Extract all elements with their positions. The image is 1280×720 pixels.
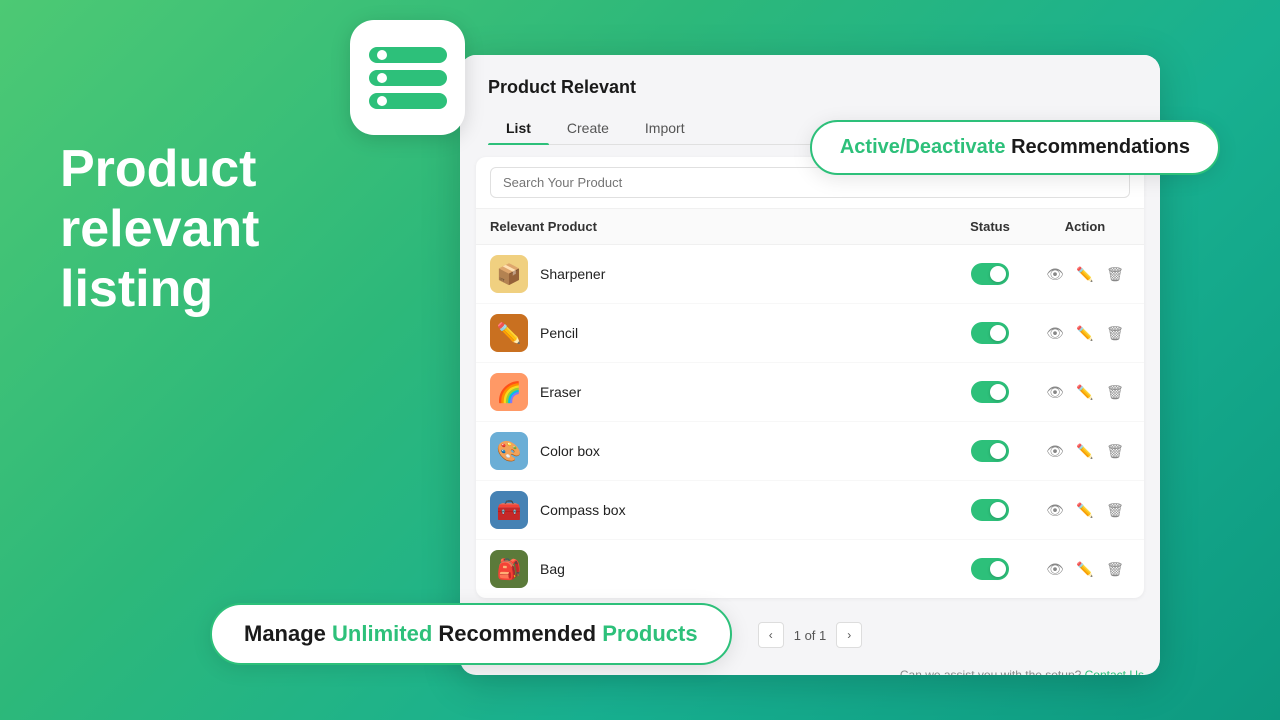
product-table-container: Relevant Product Status Action 📦 Sharpen… (476, 157, 1144, 598)
product-cell-sharpener: 📦 Sharpener (490, 255, 940, 293)
edit-icon-eraser[interactable]: ✏️ (1074, 381, 1096, 403)
panel-title: Product Relevant (488, 77, 1132, 98)
action-cell-bag: 👁 ✏️ 🗑 (1040, 558, 1130, 580)
toggle-eraser[interactable] (971, 381, 1009, 403)
tab-create[interactable]: Create (549, 112, 627, 144)
toggle-sharpener[interactable] (971, 263, 1009, 285)
col-header-action: Action (1040, 219, 1130, 234)
product-thumb-eraser: 🌈 (490, 373, 528, 411)
view-icon-pencil[interactable]: 👁 (1044, 322, 1066, 344)
product-cell-colorbox: 🎨 Color box (490, 432, 940, 470)
product-cell-compassbox: 🧰 Compass box (490, 491, 940, 529)
product-name-compassbox: Compass box (540, 502, 626, 518)
table-row: 🎒 Bag 👁 ✏️ 🗑 (476, 540, 1144, 598)
product-cell-bag: 🎒 Bag (490, 550, 940, 588)
action-cell-compassbox: 👁 ✏️ 🗑 (1040, 499, 1130, 521)
app-icon (350, 20, 465, 135)
icon-bar-2 (369, 70, 447, 86)
toggle-bag[interactable] (971, 558, 1009, 580)
product-name-bag: Bag (540, 561, 565, 577)
action-cell-sharpener: 👁 ✏️ 🗑 (1040, 263, 1130, 285)
badge-bottom-highlight: Unlimited (332, 621, 432, 646)
footer-text: Can we assist you with the setup? (900, 668, 1081, 675)
product-thumb-colorbox: 🎨 (490, 432, 528, 470)
icon-bar-3 (369, 93, 447, 109)
badge-top-prefix: Active/Deactivate (840, 136, 1006, 158)
view-icon-compassbox[interactable]: 👁 (1044, 499, 1066, 521)
table-row: 🎨 Color box 👁 ✏️ 🗑 (476, 422, 1144, 481)
product-cell-eraser: 🌈 Eraser (490, 373, 940, 411)
delete-icon-colorbox[interactable]: 🗑 (1104, 440, 1126, 462)
product-name-colorbox: Color box (540, 443, 600, 459)
product-thumb-pencil: ✏️ (490, 314, 528, 352)
product-name-sharpener: Sharpener (540, 266, 605, 282)
edit-icon-colorbox[interactable]: ✏️ (1074, 440, 1096, 462)
badge-bottom-middle: Recommended (438, 621, 596, 646)
badge-top-suffix: Recommendations (1011, 136, 1190, 158)
edit-icon-bag[interactable]: ✏️ (1074, 558, 1096, 580)
status-cell-bag (940, 558, 1040, 580)
toggle-compassbox[interactable] (971, 499, 1009, 521)
action-cell-eraser: 👁 ✏️ 🗑 (1040, 381, 1130, 403)
product-thumb-bag: 🎒 (490, 550, 528, 588)
badge-bottom-prefix: Manage (244, 621, 326, 646)
edit-icon-sharpener[interactable]: ✏️ (1074, 263, 1096, 285)
page-indicator: 1 of 1 (794, 628, 827, 643)
manage-unlimited-badge: Manage Unlimited Recommended Products (210, 603, 732, 665)
contact-us-link[interactable]: Contact Us (1085, 668, 1144, 675)
table-row: 🧰 Compass box 👁 ✏️ 🗑 (476, 481, 1144, 540)
tab-import[interactable]: Import (627, 112, 703, 144)
edit-icon-compassbox[interactable]: ✏️ (1074, 499, 1096, 521)
view-icon-eraser[interactable]: 👁 (1044, 381, 1066, 403)
product-name-eraser: Eraser (540, 384, 581, 400)
delete-icon-compassbox[interactable]: 🗑 (1104, 499, 1126, 521)
product-thumb-sharpener: 📦 (490, 255, 528, 293)
hero-text: Product relevant listing (60, 140, 259, 319)
prev-page-button[interactable]: ‹ (758, 622, 784, 648)
col-header-status: Status (940, 219, 1040, 234)
col-header-product: Relevant Product (490, 219, 940, 234)
view-icon-sharpener[interactable]: 👁 (1044, 263, 1066, 285)
status-cell-colorbox (940, 440, 1040, 462)
status-cell-sharpener (940, 263, 1040, 285)
status-cell-pencil (940, 322, 1040, 344)
edit-icon-pencil[interactable]: ✏️ (1074, 322, 1096, 344)
status-cell-compassbox (940, 499, 1040, 521)
table-row: 📦 Sharpener 👁 ✏️ 🗑 (476, 245, 1144, 304)
table-header: Relevant Product Status Action (476, 209, 1144, 245)
view-icon-bag[interactable]: 👁 (1044, 558, 1066, 580)
action-cell-colorbox: 👁 ✏️ 🗑 (1040, 440, 1130, 462)
product-thumb-compassbox: 🧰 (490, 491, 528, 529)
product-cell-pencil: ✏️ Pencil (490, 314, 940, 352)
icon-bar-1 (369, 47, 447, 63)
badge-bottom-suffix: Products (602, 621, 697, 646)
tab-list[interactable]: List (488, 112, 549, 144)
toggle-colorbox[interactable] (971, 440, 1009, 462)
next-page-button[interactable]: › (836, 622, 862, 648)
status-cell-eraser (940, 381, 1040, 403)
delete-icon-pencil[interactable]: 🗑 (1104, 322, 1126, 344)
product-name-pencil: Pencil (540, 325, 578, 341)
table-row: 🌈 Eraser 👁 ✏️ 🗑 (476, 363, 1144, 422)
table-row: ✏️ Pencil 👁 ✏️ 🗑 (476, 304, 1144, 363)
view-icon-colorbox[interactable]: 👁 (1044, 440, 1066, 462)
toggle-pencil[interactable] (971, 322, 1009, 344)
active-deactivate-badge: Active/Deactivate Recommendations (810, 120, 1220, 175)
delete-icon-eraser[interactable]: 🗑 (1104, 381, 1126, 403)
delete-icon-bag[interactable]: 🗑 (1104, 558, 1126, 580)
delete-icon-sharpener[interactable]: 🗑 (1104, 263, 1126, 285)
action-cell-pencil: 👁 ✏️ 🗑 (1040, 322, 1130, 344)
